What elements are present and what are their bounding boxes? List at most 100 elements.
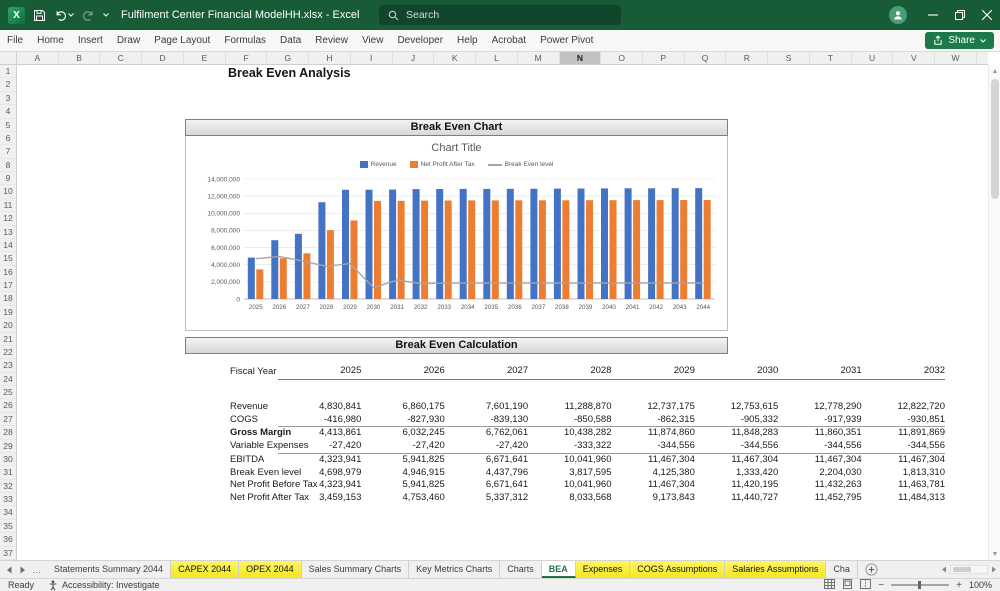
- cell-value[interactable]: 4,753,460: [361, 492, 444, 505]
- ribbon-tab-insert[interactable]: Insert: [71, 30, 110, 51]
- row-header-27[interactable]: 27: [0, 413, 16, 426]
- row-header-12[interactable]: 12: [0, 212, 16, 225]
- cell-value[interactable]: -917,939: [778, 414, 861, 427]
- account-avatar[interactable]: [889, 6, 907, 24]
- year-header-2031[interactable]: 2031: [778, 365, 861, 379]
- cell-value[interactable]: 11,452,795: [778, 492, 861, 505]
- cell-value[interactable]: 4,830,841: [278, 401, 361, 414]
- row-header-8[interactable]: 8: [0, 159, 16, 172]
- row-header-1[interactable]: 1: [0, 65, 16, 78]
- cell-value[interactable]: 11,467,304: [695, 453, 778, 466]
- scroll-down-arrow-icon[interactable]: ▼: [989, 548, 1000, 560]
- row-header-16[interactable]: 16: [0, 266, 16, 279]
- sheet-tab-salaries-assumptions[interactable]: Salaries Assumptions: [725, 561, 826, 578]
- column-header-O[interactable]: O: [601, 52, 643, 64]
- cell-value[interactable]: 12,737,175: [612, 401, 695, 414]
- sheet-tab-key-metrics-charts[interactable]: Key Metrics Charts: [409, 561, 500, 578]
- cell-value[interactable]: 3,817,595: [528, 467, 611, 480]
- sheet-tab-sales-summary-charts[interactable]: Sales Summary Charts: [302, 561, 410, 578]
- cell-value[interactable]: -344,556: [695, 440, 778, 453]
- cell-value[interactable]: -905,332: [695, 414, 778, 427]
- row-header-33[interactable]: 33: [0, 493, 16, 506]
- column-header-V[interactable]: V: [893, 52, 935, 64]
- cell-value[interactable]: -839,130: [445, 414, 528, 427]
- normal-view-button[interactable]: [824, 579, 835, 591]
- search-input[interactable]: Search: [379, 5, 621, 25]
- cell-value[interactable]: 11,467,304: [612, 453, 695, 466]
- cell-value[interactable]: 11,432,263: [778, 479, 861, 492]
- cell-value[interactable]: 11,463,781: [862, 479, 945, 492]
- row-header-7[interactable]: 7: [0, 145, 16, 158]
- cell-value[interactable]: 10,438,282: [528, 427, 611, 440]
- row-header-11[interactable]: 11: [0, 199, 16, 212]
- sheet-tab-cogs-assumptions[interactable]: COGS Assumptions: [630, 561, 725, 578]
- more-sheets-button[interactable]: …: [32, 565, 41, 575]
- break-even-chart-object[interactable]: Break Even Chart Chart Title RevenueNet …: [185, 119, 728, 331]
- row-header-28[interactable]: 28: [0, 426, 16, 439]
- ribbon-tab-draw[interactable]: Draw: [110, 30, 147, 51]
- cell-value[interactable]: 6,671,641: [445, 453, 528, 466]
- cell-value[interactable]: -333,322: [528, 440, 611, 453]
- cell-value[interactable]: 12,822,720: [862, 401, 945, 414]
- cell-value[interactable]: -930,851: [862, 414, 945, 427]
- cell-value[interactable]: 5,941,825: [361, 453, 444, 466]
- cell-value[interactable]: 11,440,727: [695, 492, 778, 505]
- sheet-tab-charts[interactable]: Charts: [500, 561, 542, 578]
- cell-value[interactable]: -27,420: [445, 440, 528, 453]
- row-label-break-even-level[interactable]: Break Even level: [230, 467, 278, 480]
- column-header-T[interactable]: T: [810, 52, 852, 64]
- cell-value[interactable]: 4,437,796: [445, 467, 528, 480]
- cell-value[interactable]: 11,467,304: [612, 479, 695, 492]
- hscroll-track[interactable]: [950, 565, 988, 574]
- cell-value[interactable]: -416,980: [278, 414, 361, 427]
- row-header-31[interactable]: 31: [0, 466, 16, 479]
- select-all-corner[interactable]: [0, 52, 17, 64]
- vertical-scroll-thumb[interactable]: [991, 79, 999, 199]
- cell-value[interactable]: 5,337,312: [445, 492, 528, 505]
- fiscal-year-label[interactable]: Fiscal Year: [230, 365, 278, 379]
- ribbon-tab-review[interactable]: Review: [308, 30, 355, 51]
- hscroll-right-icon[interactable]: [991, 566, 997, 573]
- row-header-22[interactable]: 22: [0, 346, 16, 359]
- undo-button[interactable]: [54, 9, 74, 22]
- column-header-F[interactable]: F: [226, 52, 268, 64]
- column-header-S[interactable]: S: [768, 52, 810, 64]
- row-header-3[interactable]: 3: [0, 92, 16, 105]
- cell-value[interactable]: 11,288,870: [528, 401, 611, 414]
- row-label-gross-margin[interactable]: Gross Margin: [230, 427, 278, 440]
- row-label-net-profit-before-tax[interactable]: Net Profit Before Tax: [230, 479, 278, 492]
- cell-value[interactable]: -344,556: [778, 440, 861, 453]
- column-header-J[interactable]: J: [393, 52, 435, 64]
- cell-value[interactable]: 11,848,283: [695, 427, 778, 440]
- cell-value[interactable]: 10,041,960: [528, 479, 611, 492]
- sheet-tab-statements-summary-2044[interactable]: Statements Summary 2044: [47, 561, 171, 578]
- cell-value[interactable]: -344,556: [862, 440, 945, 453]
- cell-value[interactable]: -827,930: [361, 414, 444, 427]
- new-sheet-button[interactable]: [865, 563, 878, 576]
- row-header-37[interactable]: 37: [0, 547, 16, 560]
- row-header-10[interactable]: 10: [0, 185, 16, 198]
- row-label-ebitda[interactable]: EBITDA: [230, 453, 278, 466]
- row-header-15[interactable]: 15: [0, 252, 16, 265]
- year-header-2030[interactable]: 2030: [695, 365, 778, 379]
- next-sheet-icon[interactable]: [19, 566, 26, 574]
- ribbon-tab-acrobat[interactable]: Acrobat: [485, 30, 533, 51]
- save-icon[interactable]: [33, 9, 46, 22]
- cell-value[interactable]: 6,762,061: [445, 427, 528, 440]
- scroll-up-arrow-icon[interactable]: ▲: [989, 65, 1000, 77]
- year-header-2026[interactable]: 2026: [361, 365, 444, 379]
- row-header-24[interactable]: 24: [0, 373, 16, 386]
- row-header-18[interactable]: 18: [0, 292, 16, 305]
- cell-value[interactable]: 11,860,351: [778, 427, 861, 440]
- row-header-17[interactable]: 17: [0, 279, 16, 292]
- cell-value[interactable]: -850,588: [528, 414, 611, 427]
- row-header-35[interactable]: 35: [0, 520, 16, 533]
- column-header-B[interactable]: B: [59, 52, 101, 64]
- excel-app-icon[interactable]: X: [8, 7, 25, 24]
- cell-value[interactable]: 4,323,941: [278, 453, 361, 466]
- row-header-20[interactable]: 20: [0, 319, 16, 332]
- cell-value[interactable]: 8,033,568: [528, 492, 611, 505]
- row-header-26[interactable]: 26: [0, 399, 16, 412]
- column-header-H[interactable]: H: [309, 52, 351, 64]
- page-break-view-button[interactable]: [860, 579, 871, 591]
